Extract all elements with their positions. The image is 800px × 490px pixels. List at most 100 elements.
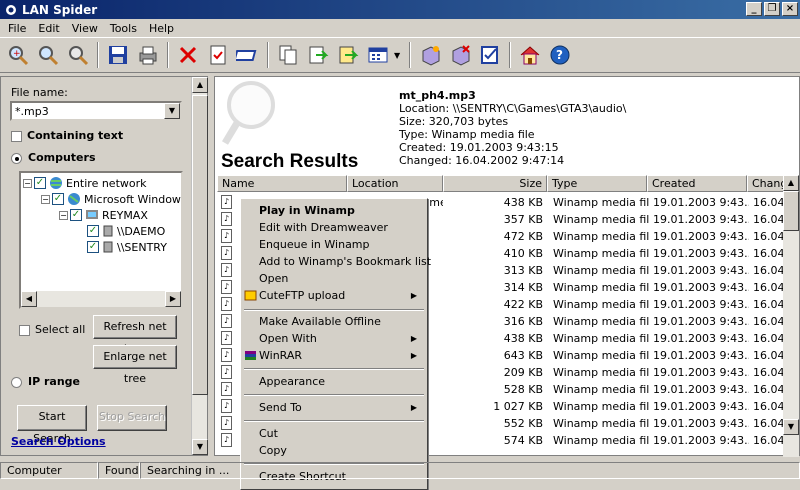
cell-changed: 16.04. [753, 383, 787, 396]
export-icon[interactable] [334, 41, 362, 69]
toolbar-separator [409, 42, 411, 68]
menu-edit[interactable]: Edit [32, 22, 65, 35]
menu-help[interactable]: Help [143, 22, 180, 35]
copy-icon[interactable] [274, 41, 302, 69]
containing-text-option[interactable]: Containing text [11, 129, 123, 142]
scroll-down-icon[interactable]: ▼ [783, 419, 799, 435]
filename-combobox[interactable]: *.mp3 ▼ [10, 101, 182, 121]
minimize-button[interactable]: _ [746, 2, 762, 16]
computers-radio[interactable] [11, 152, 22, 164]
cell-type: Winamp media file [553, 332, 649, 345]
audio-file-icon: ♪ [221, 433, 232, 447]
submenu-arrow-icon: ▶ [410, 403, 417, 412]
ip-range-option[interactable]: IP range [11, 375, 80, 388]
cell-changed: 16.04. [753, 264, 787, 277]
title-bar: LAN Spider _ ❐ × [0, 0, 800, 19]
toolbar: + ▼ ? [0, 37, 800, 73]
check-icon[interactable] [476, 41, 504, 69]
scroll-up-icon[interactable]: ▲ [783, 175, 799, 191]
maximize-button[interactable]: ❐ [764, 2, 780, 16]
computers-option[interactable]: Computers [11, 151, 96, 164]
remove-file-icon[interactable] [446, 41, 474, 69]
start-search-button[interactable]: Start Search [17, 405, 87, 445]
network-tree[interactable]: − ✓ Entire network − ✓ Microsoft Window − ✓ RE… [19, 171, 183, 309]
save-icon[interactable] [104, 41, 132, 69]
tree-horizontal-scrollbar[interactable]: ◀ ▶ [21, 291, 181, 307]
cell-size: 422 KB [503, 298, 543, 311]
tree-node-daemo[interactable]: ✓ \\DAEMO [87, 224, 165, 238]
menu-item-edit-with-dreamweaver[interactable]: Edit with Dreamweaver [243, 219, 425, 236]
scroll-left-icon[interactable]: ◀ [21, 291, 37, 307]
menu-item-copy[interactable]: Copy [243, 442, 425, 459]
tree-node-sentry[interactable]: ✓ \\SENTRY [87, 240, 167, 254]
menu-item-send-to[interactable]: Send To ▶ [243, 399, 425, 416]
column-name[interactable]: Name [217, 175, 347, 192]
menu-item-winrar[interactable]: WinRAR ▶ [243, 347, 425, 364]
add-file-icon[interactable] [416, 41, 444, 69]
search-options-link[interactable]: Search Options [11, 435, 106, 448]
magnifier-plus-icon[interactable]: + [4, 41, 32, 69]
enlarge-net-tree-button[interactable]: Enlarge net tree [93, 345, 177, 385]
print-icon[interactable] [134, 41, 162, 69]
file-type: Type: Winamp media file [399, 128, 535, 141]
menu-file[interactable]: File [2, 22, 32, 35]
cell-changed: 16.04. [753, 230, 787, 243]
cell-size: 316 KB [503, 315, 543, 328]
file-size: Size: 320,703 bytes [399, 115, 509, 128]
tree-node-entire-network[interactable]: − ✓ Entire network [23, 176, 147, 190]
containing-text-checkbox[interactable] [11, 130, 22, 142]
magnifier-icon[interactable] [34, 41, 62, 69]
submenu-arrow-icon: ▶ [410, 351, 417, 360]
audio-file-icon: ♪ [221, 263, 232, 277]
scroll-down-icon[interactable]: ▼ [192, 439, 208, 455]
column-changed[interactable]: Chang [747, 175, 785, 192]
left-vertical-scrollbar[interactable]: ▲ ▼ [191, 77, 208, 455]
column-size[interactable]: Size [443, 175, 547, 192]
menu-item-open[interactable]: Open [243, 270, 425, 287]
menu-item-make-available-offline[interactable]: Make Available Offline [243, 313, 425, 330]
column-location[interactable]: Location [347, 175, 443, 192]
help-icon[interactable]: ? [546, 41, 574, 69]
cell-size: 438 KB [503, 332, 543, 345]
rename-icon[interactable] [234, 41, 262, 69]
select-all-checkbox[interactable] [19, 324, 30, 336]
menu-item-appearance[interactable]: Appearance [243, 373, 425, 390]
column-type[interactable]: Type [547, 175, 647, 192]
menu-item-add-to-bookmark[interactable]: Add to Winamp's Bookmark list [243, 253, 431, 270]
menu-tools[interactable]: Tools [104, 22, 143, 35]
scroll-up-icon[interactable]: ▲ [192, 77, 208, 93]
refresh-net-tree-button[interactable]: Refresh net tree [93, 315, 177, 355]
ip-range-radio[interactable] [11, 376, 22, 388]
chevron-down-icon[interactable]: ▼ [164, 103, 180, 119]
tree-node-reymax[interactable]: − ✓ REYMAX [59, 208, 148, 222]
audio-file-icon: ♪ [221, 365, 232, 379]
file-location: Location: \\SENTRY\C\Games\GTA3\audio\ [399, 102, 627, 115]
properties-icon[interactable] [204, 41, 232, 69]
menu-item-cut[interactable]: Cut [243, 425, 425, 442]
magnifier-minus-icon[interactable] [64, 41, 92, 69]
home-icon[interactable] [516, 41, 544, 69]
stop-search-button[interactable]: Stop Search [97, 405, 167, 431]
menu-item-open-with[interactable]: Open With ▶ [243, 330, 425, 347]
cell-size: 314 KB [503, 281, 543, 294]
dropdown-arrow-icon[interactable]: ▼ [394, 51, 404, 60]
audio-file-icon: ♪ [221, 280, 232, 294]
column-created[interactable]: Created [647, 175, 747, 192]
audio-file-icon: ♪ [221, 212, 232, 226]
menu-view[interactable]: View [66, 22, 104, 35]
scroll-right-icon[interactable]: ▶ [165, 291, 181, 307]
delete-icon[interactable] [174, 41, 202, 69]
status-searching: Searching in ... [140, 462, 800, 479]
menu-item-cuteftp-upload[interactable]: CuteFTP upload ▶ [243, 287, 425, 304]
menu-item-enqueue-in-winamp[interactable]: Enqueue in Winamp [243, 236, 425, 253]
move-icon[interactable] [304, 41, 332, 69]
results-vertical-scrollbar[interactable]: ▲ ▼ [783, 175, 799, 457]
menu-item-label: CuteFTP upload [259, 289, 346, 302]
scroll-thumb[interactable] [192, 95, 208, 395]
close-button[interactable]: × [782, 2, 798, 16]
view-icon[interactable] [364, 41, 392, 69]
tree-node-microsoft-windows[interactable]: − ✓ Microsoft Window [41, 192, 181, 206]
menu-item-play-in-winamp[interactable]: Play in Winamp [243, 202, 425, 219]
scroll-thumb[interactable] [783, 191, 799, 231]
select-all-option[interactable]: Select all [19, 323, 85, 336]
